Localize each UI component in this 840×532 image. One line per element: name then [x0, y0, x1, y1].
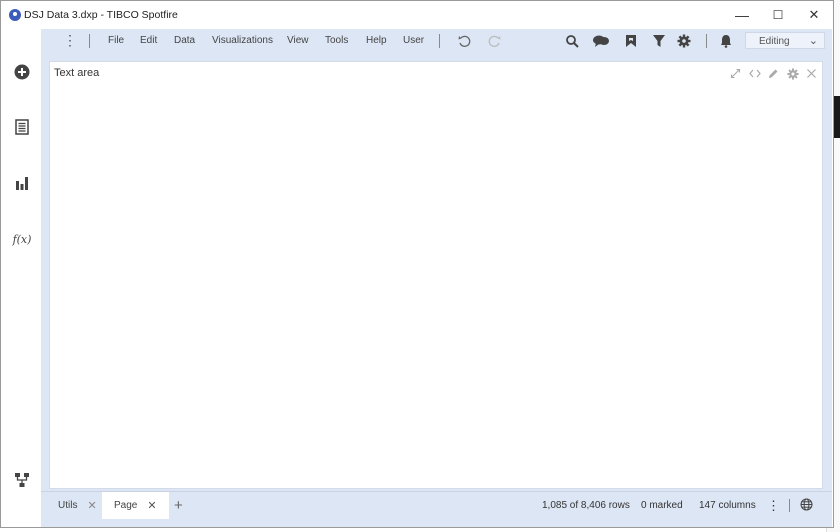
add-page-button[interactable]: + [174, 492, 183, 519]
properties-gear-icon[interactable] [786, 67, 799, 80]
maximize-visualization-icon[interactable] [729, 67, 742, 80]
globe-icon[interactable] [800, 498, 813, 514]
menu-visualizations[interactable]: Visualizations [212, 35, 273, 46]
edit-pencil-icon[interactable] [767, 67, 780, 80]
maximize-button[interactable]: ☐ [760, 4, 796, 26]
tab-page[interactable]: Page ✕ [102, 492, 169, 519]
separator [89, 34, 90, 48]
text-area-visualization[interactable]: Text area [49, 61, 823, 489]
status-more-icon[interactable]: ⋮ [767, 498, 780, 514]
page-tabs-bar: Utils ✕ Page ✕ + 1,085 of 8,406 rows 0 m… [41, 491, 832, 519]
close-tab-icon[interactable]: ✕ [147, 499, 156, 512]
bookmark-icon[interactable] [623, 33, 639, 49]
column-count[interactable]: 147 columns [699, 500, 756, 511]
code-view-icon[interactable] [748, 67, 761, 80]
separator [439, 34, 440, 48]
tab-utils[interactable]: Utils ✕ [49, 492, 106, 519]
chevron-down-icon: ⌄ [808, 35, 818, 47]
separator [706, 34, 707, 48]
close-button[interactable]: ✕ [796, 4, 832, 26]
close-visualization-icon[interactable] [805, 67, 818, 80]
undo-icon[interactable] [456, 33, 472, 49]
data-table-icon[interactable] [13, 118, 31, 136]
left-sidebar: f(x) [1, 53, 41, 523]
collaboration-icon[interactable] [591, 33, 611, 49]
menu-edit[interactable]: Edit [140, 35, 157, 46]
filter-icon[interactable] [651, 33, 667, 49]
close-tab-icon[interactable]: ✕ [87, 499, 96, 512]
spotfire-window: DSJ Data 3.dxp - TIBCO Spotfire — ☐ ✕ ⋮ … [0, 0, 834, 528]
mode-selector[interactable]: Editing ⌄ [745, 32, 825, 49]
separator [789, 499, 790, 512]
menu-bar: ⋮ File Edit Data Visualizations View Too… [41, 29, 832, 53]
notifications-bell-icon[interactable] [718, 33, 734, 49]
menu-file[interactable]: File [108, 35, 124, 46]
data-canvas-icon[interactable] [13, 471, 31, 489]
visualization-types-icon[interactable] [13, 174, 31, 192]
mode-label: Editing [759, 36, 790, 47]
title-bar: DSJ Data 3.dxp - TIBCO Spotfire — ☐ ✕ [1, 1, 833, 29]
gear-icon[interactable] [676, 33, 692, 49]
bottom-border [41, 519, 832, 527]
more-options-icon[interactable]: ⋮ [63, 33, 77, 47]
menu-help[interactable]: Help [366, 35, 387, 46]
tab-label: Page [114, 500, 138, 511]
minimize-button[interactable]: — [724, 4, 760, 26]
visualization-title: Text area [54, 67, 100, 79]
menu-tools[interactable]: Tools [325, 35, 348, 46]
visualization-toolbar [729, 67, 818, 80]
menu-user[interactable]: User [403, 35, 424, 46]
marked-count[interactable]: 0 marked [641, 500, 683, 511]
row-count[interactable]: 1,085 of 8,406 rows [542, 500, 630, 511]
menu-view[interactable]: View [287, 35, 309, 46]
search-icon[interactable] [564, 33, 580, 49]
add-icon[interactable] [13, 63, 31, 81]
tab-label: Utils [58, 500, 78, 511]
data-functions-icon[interactable]: f(x) [11, 230, 33, 248]
spotfire-app-icon [9, 9, 21, 21]
window-title: DSJ Data 3.dxp - TIBCO Spotfire [24, 9, 178, 21]
menu-data[interactable]: Data [174, 35, 195, 46]
redo-icon[interactable] [487, 33, 503, 49]
